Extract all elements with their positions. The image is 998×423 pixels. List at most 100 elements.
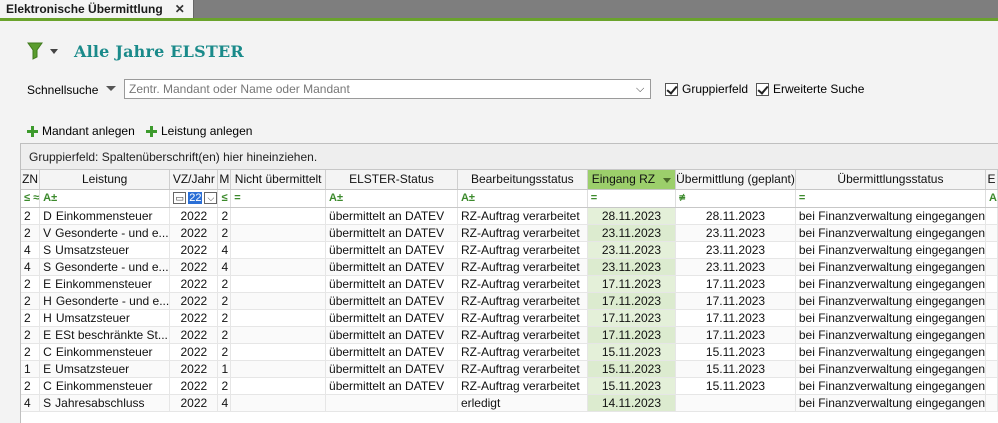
- gruppierfeld-checkbox[interactable]: Gruppierfeld: [665, 82, 748, 96]
- cell-uebermittlungsstatus: bei Finanzverwaltung eingegangen: [795, 292, 987, 310]
- cell-elster-status: [325, 394, 458, 412]
- group-panel[interactable]: Gruppierfeld: Spaltenüberschrift(en) hie…: [21, 144, 998, 170]
- col-header-elster-status[interactable]: ELSTER-Status: [325, 170, 458, 190]
- leistung-anlegen-button[interactable]: Leistung anlegen: [146, 124, 252, 138]
- table-row[interactable]: 4 S Gesonderte - und e... 2022 4 übermittelt …: [21, 258, 998, 276]
- cell-e: [985, 258, 998, 276]
- year-filter[interactable]: ▭ 22 ⌵: [173, 192, 217, 204]
- col-header-bearbeitungsstatus[interactable]: Bearbeitungsstatus: [457, 170, 588, 190]
- cell-bearbeitungsstatus: RZ-Auftrag verarbeitet: [457, 377, 588, 395]
- col-header-zn[interactable]: ZN: [21, 170, 41, 190]
- col-header-vz-jahr[interactable]: VZ/Jahr: [169, 170, 219, 190]
- table-row[interactable]: 2 D Einkommensteuer 2022 2 übermittelt an DAT…: [21, 207, 998, 225]
- table-row[interactable]: 1 E Umsatzsteuer 2022 1 übermittelt an DATEV R…: [21, 360, 998, 378]
- cell-m: 1: [217, 360, 232, 378]
- cell-nicht-uebermittelt: [230, 326, 327, 344]
- checkbox-box[interactable]: [756, 82, 769, 96]
- table-row[interactable]: 2 E ESt beschränkte St... 2022 2 übermittelt …: [21, 326, 998, 344]
- cell-leistung: H Umsatzsteuer: [39, 309, 171, 327]
- cell-uebermittlungsstatus: bei Finanzverwaltung eingegangen: [795, 258, 987, 276]
- cell-leistung-text: Einkommensteuer: [55, 208, 153, 223]
- cell-uebermittlungsstatus: bei Finanzverwaltung eingegangen: [795, 224, 987, 242]
- cell-leistung-code: S: [43, 395, 52, 410]
- chevron-down-icon[interactable]: ⌵: [204, 192, 217, 204]
- col-header-leistung[interactable]: Leistung: [39, 170, 171, 190]
- col-header-eingang-rz-label: Eingang RZ: [591, 172, 656, 187]
- filter-uebermittlungsstatus[interactable]: =: [795, 189, 987, 208]
- filter-nicht-uebermittelt[interactable]: =: [230, 189, 327, 208]
- table-row[interactable]: 2 C Einkommensteuer 2022 2 übermittelt an DAT…: [21, 343, 998, 361]
- filter-menu-button[interactable]: [25, 40, 63, 62]
- quicksearch-input[interactable]: [124, 79, 651, 99]
- cell-nicht-uebermittelt: [230, 224, 327, 242]
- cell-elster-status: übermittelt an DATEV: [325, 292, 458, 310]
- cell-leistung-text: Umsatzsteuer: [55, 242, 130, 257]
- cell-m: 4: [217, 241, 232, 259]
- table-row[interactable]: 2 C Einkommensteuer 2022 2 übermittelt an DAT…: [21, 377, 998, 395]
- year-filter-value[interactable]: 22: [188, 192, 203, 204]
- filter-e[interactable]: A: [985, 189, 998, 208]
- cell-leistung-code: C: [43, 378, 52, 393]
- cell-bearbeitungsstatus: RZ-Auftrag verarbeitet: [457, 309, 588, 327]
- cell-leistung-code: C: [43, 344, 52, 359]
- erweiterte-suche-checkbox[interactable]: Erweiterte Suche: [756, 82, 864, 96]
- cell-m: 2: [217, 343, 232, 361]
- table-row[interactable]: 4 S Jahresabschluss 2022 4 erledigt 14.11.2023…: [21, 394, 998, 412]
- mandant-anlegen-button[interactable]: Mandant anlegen: [27, 124, 135, 138]
- col-header-eingang-rz[interactable]: Eingang RZ: [587, 170, 677, 190]
- gruppierfeld-label: Gruppierfeld: [682, 82, 749, 96]
- chevron-down-icon[interactable]: ⌵: [636, 83, 644, 96]
- cell-eingang-rz: 17.11.2023: [587, 275, 677, 293]
- col-header-nicht-uebermittelt[interactable]: Nicht übermittelt: [230, 170, 327, 190]
- filter-vz-jahr[interactable]: ▭ 22 ⌵: [169, 189, 219, 208]
- cell-uebermittlung-geplant: 23.11.2023: [675, 258, 796, 276]
- table-row[interactable]: 2 V Gesonderte - und e... 2022 2 übermittelt …: [21, 224, 998, 242]
- table-row[interactable]: 2 H Umsatzsteuer 2022 2 übermittelt an DATEV R…: [21, 309, 998, 327]
- cell-e: [985, 360, 998, 378]
- table-row[interactable]: 2 H Gesonderte - und e... 2022 2 übermittelt …: [21, 292, 998, 310]
- leistung-anlegen-label: Leistung anlegen: [161, 124, 253, 138]
- cell-e: [985, 224, 998, 242]
- close-icon[interactable]: ✕: [175, 2, 185, 16]
- cell-leistung: E ESt beschränkte St...: [39, 326, 171, 344]
- funnel-icon: [25, 40, 63, 62]
- cell-leistung-text: Einkommensteuer: [55, 276, 152, 291]
- col-header-m[interactable]: M: [217, 170, 232, 190]
- cell-m: 4: [217, 258, 232, 276]
- cell-vz-jahr: 2022: [169, 326, 219, 344]
- table-row[interactable]: 4 S Umsatzsteuer 2022 4 übermittelt an DATEV R…: [21, 241, 998, 259]
- cell-nicht-uebermittelt: [230, 292, 327, 310]
- cell-uebermittlungsstatus: bei Finanzverwaltung eingegangen: [795, 207, 987, 225]
- cell-leistung-code: E: [43, 361, 52, 376]
- tab-elektronische-uebermittlung[interactable]: Elektronische Übermittlung ✕: [0, 0, 194, 18]
- filter-elster-status[interactable]: A±: [325, 189, 458, 208]
- cell-uebermittlung-geplant: 15.11.2023: [675, 343, 796, 361]
- cell-elster-status: übermittelt an DATEV: [325, 207, 458, 225]
- cell-nicht-uebermittelt: [230, 275, 327, 293]
- cell-e: [985, 309, 998, 327]
- cell-uebermittlung-geplant: 23.11.2023: [675, 241, 796, 259]
- cell-elster-status: übermittelt an DATEV: [325, 377, 458, 395]
- cell-leistung: C Einkommensteuer: [39, 343, 171, 361]
- filter-eingang-rz[interactable]: =: [587, 189, 677, 208]
- filter-bearbeitungsstatus[interactable]: A±: [457, 189, 588, 208]
- col-header-e[interactable]: E: [985, 170, 998, 190]
- cell-uebermittlungsstatus: bei Finanzverwaltung eingegangen: [795, 309, 987, 327]
- cell-zn: 2: [21, 309, 41, 327]
- col-header-uebermittlung-geplant[interactable]: Übermittlung (geplant): [675, 170, 796, 190]
- cell-leistung-code: S: [43, 259, 52, 274]
- filter-m[interactable]: ≤: [217, 189, 232, 208]
- quicksearch-mode-dropdown-icon[interactable]: [106, 86, 116, 91]
- filter-zn[interactable]: ≤ ≈: [21, 189, 41, 208]
- cell-bearbeitungsstatus: RZ-Auftrag verarbeitet: [457, 258, 588, 276]
- col-header-uebermittlungsstatus[interactable]: Übermittlungsstatus: [795, 170, 987, 190]
- cell-uebermittlung-geplant: [675, 394, 796, 412]
- table-row[interactable]: 2 E Einkommensteuer 2022 2 übermittelt an DAT…: [21, 275, 998, 293]
- filter-leistung[interactable]: A±: [39, 189, 171, 208]
- filter-uebermittlung[interactable]: ≠: [675, 189, 796, 208]
- cell-uebermittlung-geplant: 17.11.2023: [675, 326, 796, 344]
- cell-elster-status: übermittelt an DATEV: [325, 309, 458, 327]
- cell-m: 2: [217, 377, 232, 395]
- equals-icon[interactable]: ▭: [173, 192, 187, 204]
- checkbox-box[interactable]: [665, 82, 678, 96]
